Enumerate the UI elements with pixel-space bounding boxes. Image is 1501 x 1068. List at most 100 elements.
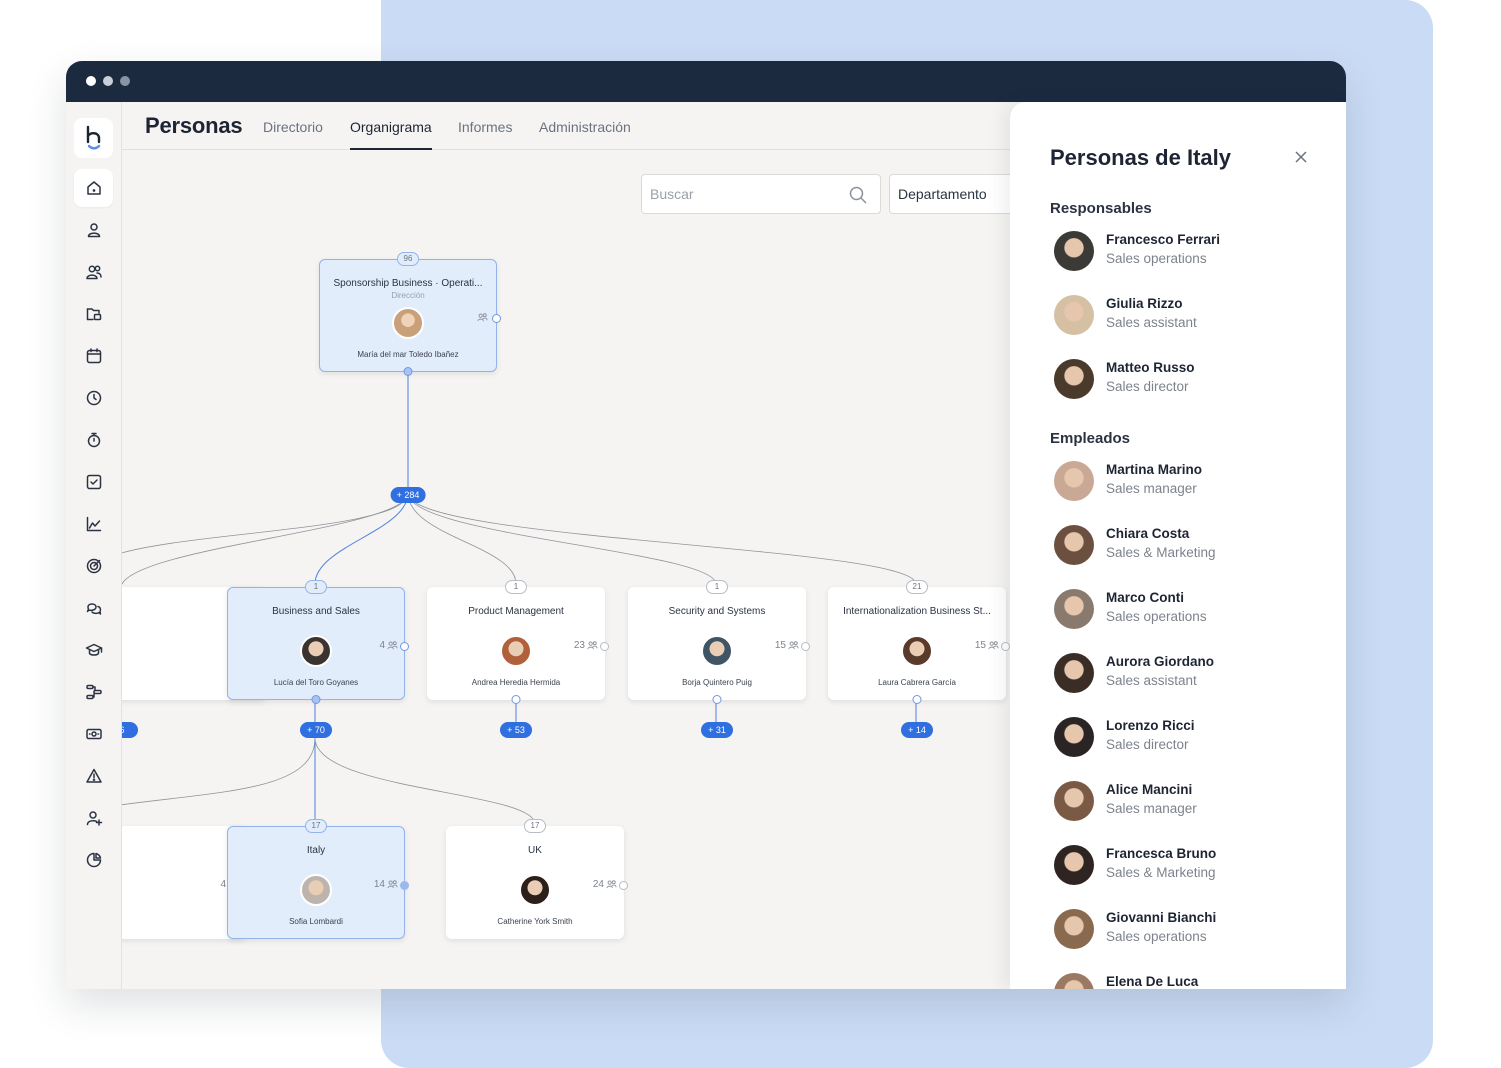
person-list-item[interactable]: Giovanni Bianchi Sales operations <box>1054 909 1314 951</box>
avatar <box>1054 525 1094 565</box>
chart-icon <box>86 516 101 532</box>
person-list-item[interactable]: Francesco Ferrari Sales operations <box>1054 231 1314 273</box>
team-icon <box>387 641 398 650</box>
headcount-badge: 96 <box>397 252 419 266</box>
sidebar-item-graduation-cap[interactable] <box>74 631 113 669</box>
reports-count: 4 <box>379 640 398 651</box>
department-title: UK <box>528 845 542 856</box>
bottom-connector-dot[interactable] <box>311 695 321 704</box>
expand-children-button[interactable]: 6 <box>122 722 138 738</box>
sidebar-item-chart[interactable] <box>74 505 113 543</box>
side-connector-dot[interactable] <box>619 881 628 890</box>
person-name: Francesco Ferrari <box>1106 232 1221 247</box>
side-connector-dot[interactable] <box>400 881 409 890</box>
expand-children-button[interactable]: + 284 <box>390 487 426 503</box>
org-card[interactable]: 21 Internationalization Business St... Lau… <box>828 580 1010 704</box>
side-connector-dot[interactable] <box>1001 642 1010 651</box>
expand-children-button[interactable]: + 70 <box>300 722 332 738</box>
expand-children-button[interactable]: + 53 <box>500 722 532 738</box>
person-list-item[interactable]: Aurora Giordano Sales assistant <box>1054 653 1314 695</box>
sidebar-item-target[interactable] <box>74 547 113 585</box>
department-title: Italy <box>306 845 326 856</box>
window-dot-close[interactable] <box>86 76 96 86</box>
department-title: Business and Sales <box>272 606 360 617</box>
sidebar-item-clock[interactable] <box>74 379 113 417</box>
window-dot-minimize[interactable] <box>103 76 113 86</box>
org-card-root[interactable]: 96 Sponsorship Business · Operati... Dir… <box>319 252 501 376</box>
tab-organigrama[interactable]: Organigrama <box>350 119 432 150</box>
person-list-item[interactable]: Elena De Luca <box>1054 973 1314 989</box>
tab-administracion[interactable]: Administración <box>539 119 631 150</box>
side-connector-dot[interactable] <box>492 314 501 323</box>
search-input[interactable]: Buscar <box>641 174 881 214</box>
search-placeholder: Buscar <box>650 186 694 202</box>
side-connector-dot[interactable] <box>600 642 609 651</box>
app-logo[interactable] <box>74 118 113 158</box>
avatar <box>701 635 733 667</box>
sidebar-item-workflow[interactable] <box>74 673 113 711</box>
bottom-connector-dot[interactable] <box>511 695 521 704</box>
org-card[interactable]: 1 Business and Sales Lucía del Toro Goyane… <box>227 580 409 704</box>
avatar <box>300 635 332 667</box>
avatar <box>392 307 424 339</box>
team-icon-wrap <box>477 312 488 323</box>
person-list-item[interactable]: Francesca Bruno Sales & Marketing <box>1054 845 1314 887</box>
person-list-item[interactable]: Chiara Costa Sales & Marketing <box>1054 525 1314 567</box>
person-name: Giovanni Bianchi <box>1106 910 1217 925</box>
window-dot-maximize[interactable] <box>120 76 130 86</box>
sidebar-item-money[interactable] <box>74 715 113 753</box>
side-connector-dot[interactable] <box>801 642 810 651</box>
department-select[interactable]: Departamento <box>889 174 1029 214</box>
reports-number: 15 <box>774 640 786 651</box>
sidebar-item-stopwatch[interactable] <box>74 421 113 459</box>
org-card[interactable]: 1 Security and Systems Borja Quintero Puig… <box>628 580 810 704</box>
close-icon <box>1295 151 1307 163</box>
folder-icon <box>86 308 101 321</box>
reports-number: 14 <box>373 879 385 890</box>
org-card[interactable]: 1 Product Management Andrea Heredia Hermid… <box>427 580 609 704</box>
side-connector-dot[interactable] <box>400 642 409 651</box>
sidebar-item-chat[interactable] <box>74 589 113 627</box>
bottom-connector-dot[interactable] <box>912 695 922 704</box>
org-chart-canvas[interactable]: 96 Sponsorship Business · Operati... Dir… <box>122 151 1022 989</box>
avatar <box>519 874 551 906</box>
person-name: Giulia Rizzo <box>1106 296 1183 311</box>
person-list-item[interactable]: Martina Marino Sales manager <box>1054 461 1314 503</box>
connector <box>314 737 536 825</box>
bottom-connector-dot[interactable] <box>712 695 722 704</box>
person-list-item[interactable]: Lorenzo Ricci Sales director <box>1054 717 1314 759</box>
sidebar-item-calendar[interactable] <box>74 337 113 375</box>
avatar <box>1054 589 1094 629</box>
sidebar-item-alert[interactable] <box>74 757 113 795</box>
expand-children-button[interactable]: + 31 <box>701 722 733 738</box>
sidebar-item-user[interactable] <box>74 211 113 249</box>
org-card[interactable]: 17 Italy Sofia Lombardi 14 <box>227 819 409 939</box>
reports-number: 23 <box>573 640 585 651</box>
sidebar-item-checkbox[interactable] <box>74 463 113 501</box>
department-title: Product Management <box>468 606 564 617</box>
users-icon <box>85 265 102 280</box>
connector <box>122 737 316 806</box>
tab-informes[interactable]: Informes <box>458 119 512 150</box>
reports-number: 15 <box>974 640 986 651</box>
headcount-badge: 21 <box>906 580 928 594</box>
sidebar-item-folder[interactable] <box>74 295 113 333</box>
org-card[interactable]: 17 UK Catherine York Smith 24 <box>446 819 628 939</box>
close-button[interactable] <box>1294 150 1308 164</box>
connector <box>407 492 717 585</box>
sidebar-item-user-plus[interactable] <box>74 799 113 837</box>
sidebar-item-home[interactable] <box>74 169 113 207</box>
person-list-item[interactable]: Alice Mancini Sales manager <box>1054 781 1314 823</box>
person-list-item[interactable]: Matteo Russo Sales director <box>1054 359 1314 401</box>
stopwatch-icon <box>87 432 100 448</box>
department-select-label: Departamento <box>898 186 987 202</box>
sidebar-item-users[interactable] <box>74 253 113 291</box>
person-list-item[interactable]: Giulia Rizzo Sales assistant <box>1054 295 1314 337</box>
expand-children-button[interactable]: + 14 <box>901 722 933 738</box>
avatar <box>1054 973 1094 989</box>
bottom-connector-dot[interactable] <box>403 367 413 376</box>
person-list-item[interactable]: Marco Conti Sales operations <box>1054 589 1314 631</box>
sidebar-item-pie-chart[interactable] <box>74 841 113 879</box>
person-role: Sales director <box>1106 379 1189 394</box>
tab-directorio[interactable]: Directorio <box>263 119 323 150</box>
